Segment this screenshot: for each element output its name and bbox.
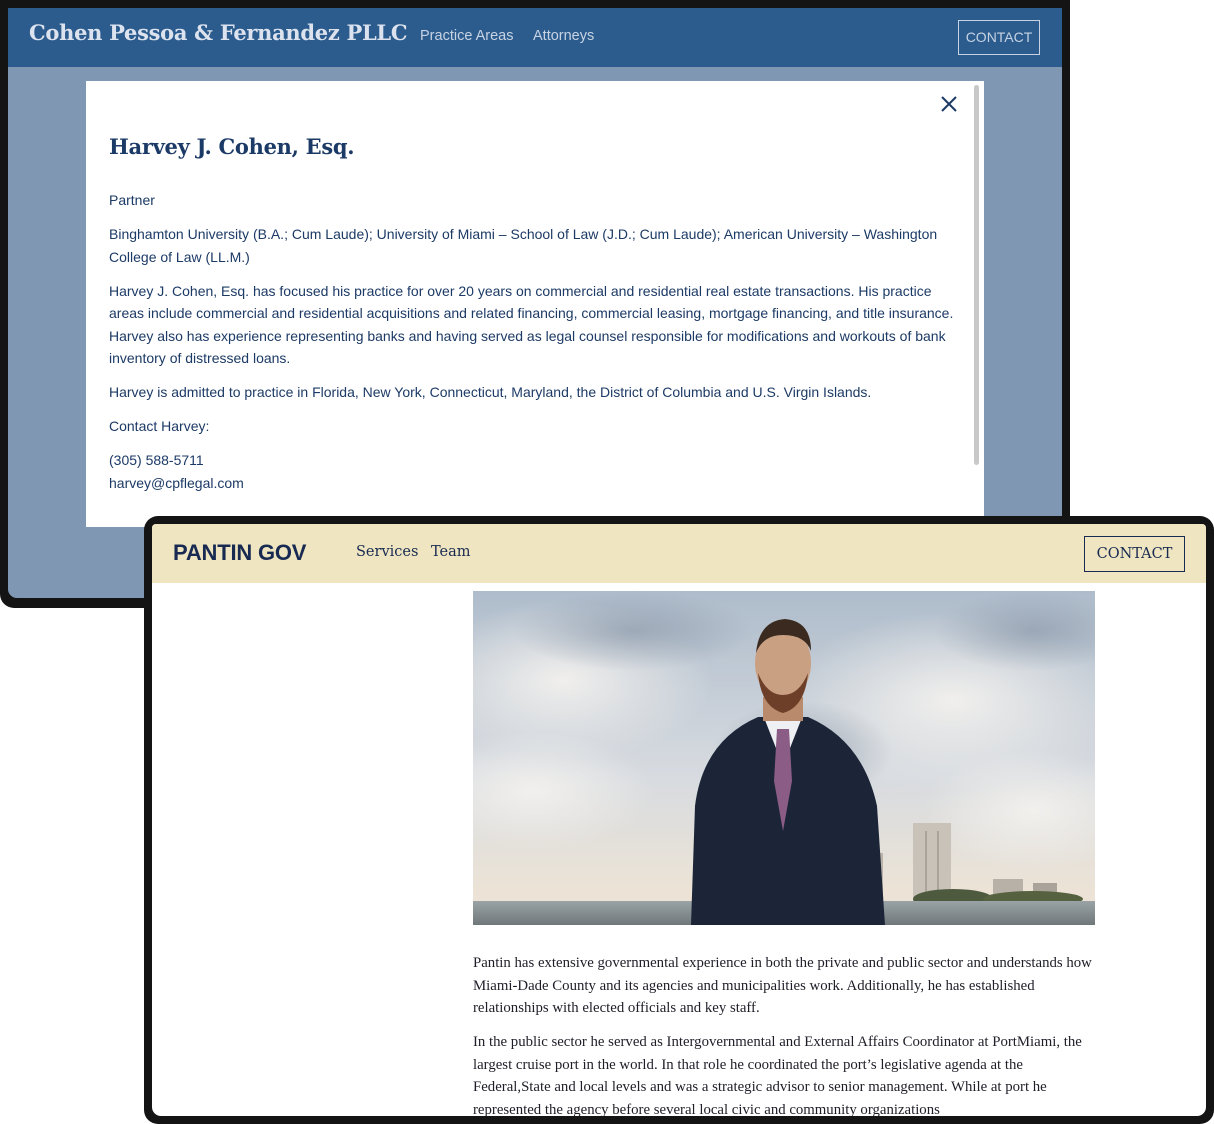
- nav-attorneys[interactable]: Attorneys: [533, 28, 594, 44]
- attorney-title: Partner: [109, 192, 155, 208]
- attorney-bio-modal: Harvey J. Cohen, Esq. Partner Binghamton…: [86, 81, 984, 527]
- pantin-screen: PANTIN GOV Services Team CONTACT Pantin …: [152, 524, 1206, 1116]
- modal-scrollbar[interactable]: [974, 85, 979, 465]
- attorney-name: Harvey J. Cohen, Esq.: [109, 134, 355, 159]
- cohen-screen: Cohen Pessoa & Fernandez PLLC Practice A…: [8, 8, 1062, 598]
- pantin-bio-text: Pantin has extensive governmental experi…: [473, 952, 1095, 1116]
- attorney-phone-link[interactable]: (305) 588-5711: [109, 449, 954, 472]
- pantin-browser-window: PANTIN GOV Services Team CONTACT Pantin …: [144, 516, 1214, 1124]
- cohen-contact-button[interactable]: CONTACT: [958, 20, 1040, 55]
- nav-team[interactable]: Team: [431, 544, 471, 560]
- bio-paragraph: In the public sector he served as Interg…: [473, 1034, 1082, 1116]
- attorney-bio-text: Partner Binghamton University (B.A.; Cum…: [109, 189, 954, 494]
- cohen-logo[interactable]: Cohen Pessoa & Fernandez PLLC: [29, 20, 408, 45]
- cohen-header: Cohen Pessoa & Fernandez PLLC Practice A…: [8, 8, 1062, 67]
- pantin-contact-button[interactable]: CONTACT: [1084, 536, 1185, 572]
- attorney-education: Binghamton University (B.A.; Cum Laude);…: [109, 226, 938, 265]
- bio-paragraph: Pantin has extensive governmental experi…: [473, 955, 1092, 1016]
- close-icon[interactable]: [938, 93, 960, 115]
- attorney-bio: Harvey J. Cohen, Esq. has focused his pr…: [109, 282, 954, 367]
- pantin-logo[interactable]: PANTIN GOV: [173, 540, 306, 566]
- contact-heading: Contact Harvey:: [109, 418, 210, 434]
- attorney-admissions: Harvey is admitted to practice in Florid…: [109, 384, 872, 400]
- profile-photo: [473, 591, 1095, 925]
- nav-practice-areas[interactable]: Practice Areas: [420, 28, 514, 44]
- nav-services[interactable]: Services: [356, 544, 418, 560]
- attorney-email-link[interactable]: harvey@cpflegal.com: [109, 472, 954, 495]
- pantin-header: PANTIN GOV Services Team CONTACT: [152, 524, 1206, 583]
